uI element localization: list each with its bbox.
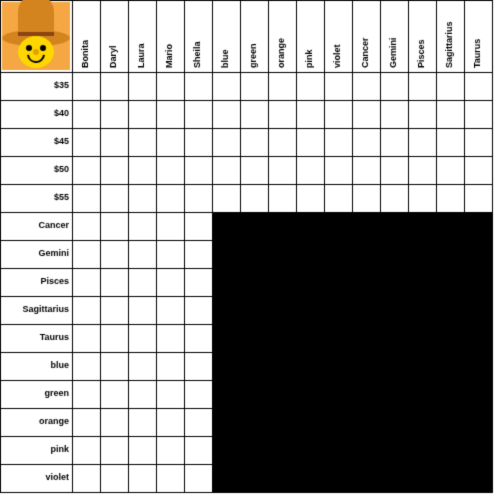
puzzle-container — [0, 0, 500, 500]
